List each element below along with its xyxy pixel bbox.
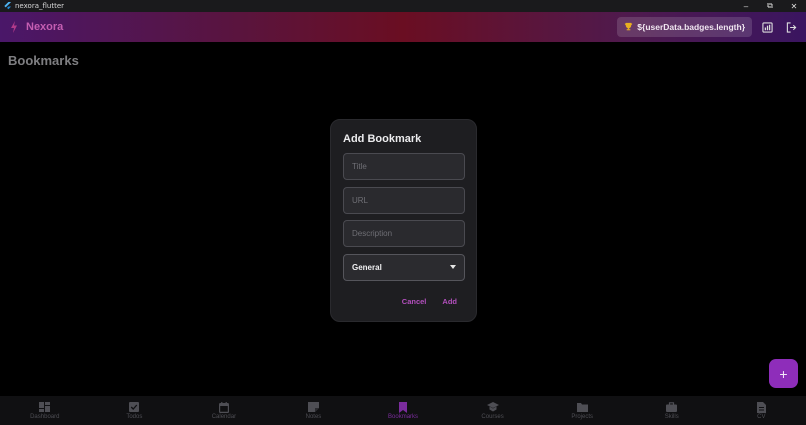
school-icon — [486, 401, 499, 413]
chevron-down-icon — [450, 265, 456, 269]
note-icon — [307, 401, 319, 413]
bookmark-icon — [397, 401, 409, 413]
appbar-actions: ${userData.badges.length} — [617, 17, 800, 37]
window-controls: – ⧉ ✕ — [734, 0, 806, 12]
dialog-title: Add Bookmark — [343, 133, 422, 145]
nav-item-skills[interactable]: Skills — [627, 396, 717, 425]
trophy-icon — [624, 18, 633, 36]
nav-label-skills: Skills — [664, 414, 679, 420]
category-selected: General — [352, 262, 382, 272]
nav-label-bookmarks: Bookmarks — [388, 414, 419, 420]
url-field[interactable]: URL — [343, 186, 465, 214]
briefcase-icon — [666, 401, 678, 413]
minimize-button[interactable]: – — [734, 0, 758, 12]
badges-count-text: ${userData.badges.length} — [637, 22, 745, 32]
nav-label-projects: Projects — [571, 414, 593, 420]
brand-name: Nexora — [26, 21, 64, 33]
nav-item-todos[interactable]: Todos — [90, 396, 180, 425]
cancel-button[interactable]: Cancel — [402, 297, 427, 306]
close-button[interactable]: ✕ — [782, 0, 806, 12]
plus-icon: + — [779, 365, 788, 382]
title-placeholder: Title — [352, 162, 367, 171]
description-field[interactable]: Description — [343, 220, 465, 247]
bolt-icon — [10, 20, 20, 34]
dialog-actions: Cancel Add — [402, 297, 457, 306]
nav-label-todos: Todos — [126, 414, 143, 420]
nav-item-cv[interactable]: CV — [717, 396, 806, 425]
nav-item-bookmarks[interactable]: Bookmarks — [358, 396, 448, 425]
analytics-icon[interactable] — [758, 18, 776, 36]
window-title: nexora_flutter — [15, 2, 65, 10]
nav-label-notes: Notes — [305, 414, 322, 420]
bottom-navigation: Dashboard Todos Calendar Notes Bookmarks… — [0, 396, 806, 425]
app-bar: Nexora ${userData.badges.length} — [0, 12, 806, 42]
window-titlebar: nexora_flutter – ⧉ ✕ — [0, 0, 806, 12]
folder-icon — [576, 401, 588, 413]
url-placeholder: URL — [352, 195, 369, 205]
nav-label-dashboard: Dashboard — [30, 414, 60, 420]
nav-item-notes[interactable]: Notes — [269, 396, 359, 425]
nav-item-dashboard[interactable]: Dashboard — [0, 396, 90, 425]
nav-label-courses: Courses — [481, 414, 504, 420]
nav-item-calendar[interactable]: Calendar — [179, 396, 269, 425]
nav-item-courses[interactable]: Courses — [448, 396, 538, 425]
calendar-icon — [218, 401, 230, 413]
document-icon — [755, 401, 767, 413]
nav-label-calendar: Calendar — [211, 414, 237, 420]
nav-label-cv: CV — [757, 414, 766, 420]
checkbox-icon — [128, 401, 140, 413]
badges-chip[interactable]: ${userData.badges.length} — [617, 17, 752, 37]
add-bookmark-fab[interactable]: + — [769, 359, 798, 388]
restore-button[interactable]: ⧉ — [758, 0, 782, 12]
add-bookmark-dialog: Add Bookmark Title URL Description Gener… — [330, 119, 477, 322]
description-placeholder: Description — [352, 229, 393, 238]
nav-item-projects[interactable]: Projects — [537, 396, 627, 425]
add-button[interactable]: Add — [442, 297, 457, 306]
dashboard-icon — [39, 401, 51, 413]
category-dropdown[interactable]: General — [343, 253, 465, 281]
title-field[interactable]: Title — [343, 153, 465, 180]
logout-icon[interactable] — [782, 18, 800, 36]
flutter-icon — [3, 1, 12, 11]
